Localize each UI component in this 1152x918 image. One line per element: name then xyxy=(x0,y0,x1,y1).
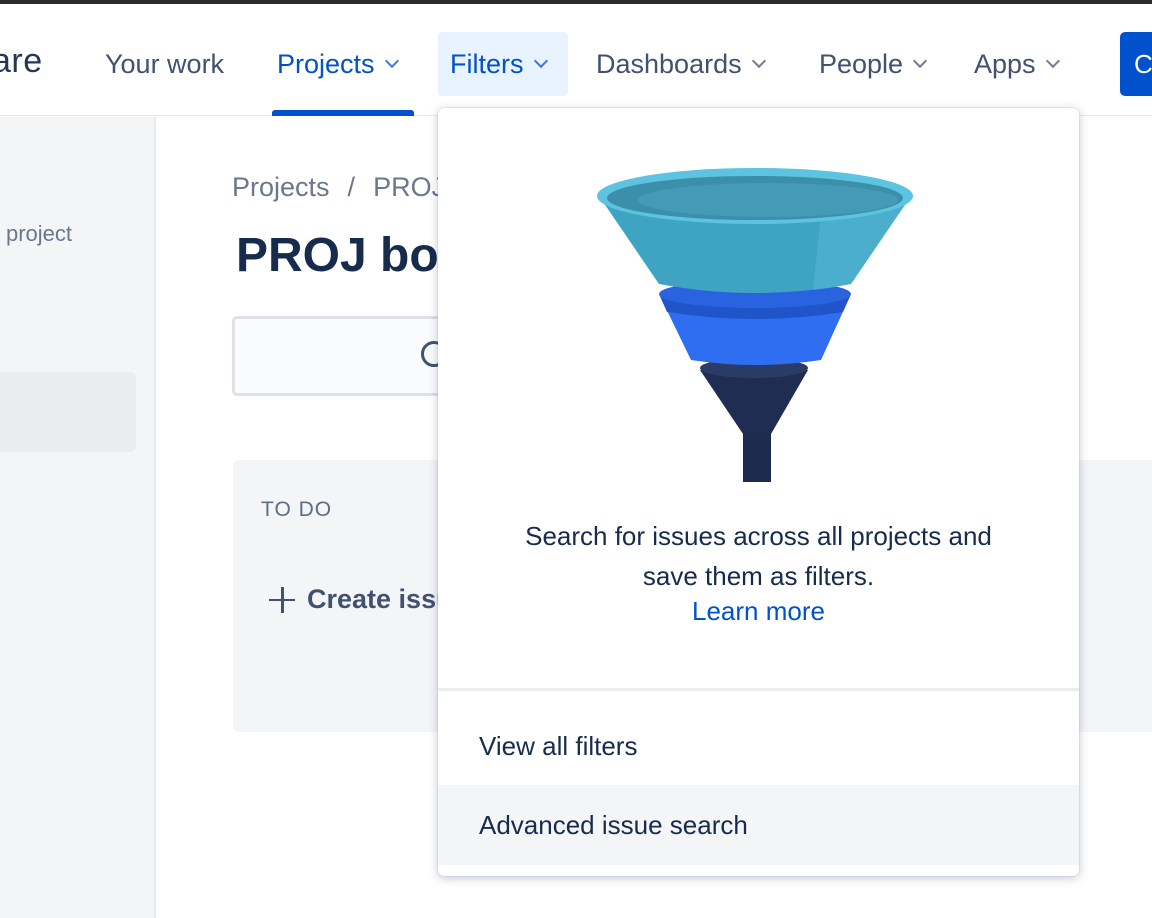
menu-item-label: View all filters xyxy=(479,730,638,761)
create-button-label: C xyxy=(1134,48,1152,79)
chevron-down-icon xyxy=(1045,53,1060,69)
nav-apps-label: Apps xyxy=(974,48,1036,79)
nav-people[interactable]: People xyxy=(807,32,937,96)
filters-dropdown-menu: Search for issues across all projects an… xyxy=(438,108,1079,876)
chevron-down-icon xyxy=(751,53,766,69)
sidebar-project-type: project xyxy=(6,221,73,246)
nav-dashboards-label: Dashboards xyxy=(596,48,742,79)
menu-item-view-all-filters[interactable]: View all filters xyxy=(438,706,1079,786)
create-button[interactable]: C xyxy=(1120,32,1152,96)
breadcrumb-projects[interactable]: Projects xyxy=(232,172,330,202)
funnel-illustration xyxy=(597,168,913,482)
menu-item-advanced-issue-search[interactable]: Advanced issue search xyxy=(438,785,1079,865)
dropdown-description-line2: save them as filters. xyxy=(642,561,875,591)
chevron-down-icon xyxy=(384,53,399,69)
sidebar-item-board[interactable] xyxy=(0,372,136,452)
breadcrumb-project[interactable]: PROJ xyxy=(373,172,445,202)
nav-projects[interactable]: Projects xyxy=(265,32,409,96)
chevron-down-icon xyxy=(913,53,928,69)
nav-projects-label: Projects xyxy=(277,48,375,79)
active-nav-indicator xyxy=(272,110,414,116)
menu-item-label: Advanced issue search xyxy=(479,809,748,840)
dropdown-divider xyxy=(438,688,1079,691)
nav-dashboards[interactable]: Dashboards xyxy=(584,32,776,96)
nav-your-work[interactable]: Your work xyxy=(93,32,236,96)
nav-apps[interactable]: Apps xyxy=(962,32,1070,96)
plus-icon xyxy=(269,586,295,613)
nav-people-label: People xyxy=(819,48,904,79)
nav-filters[interactable]: Filters xyxy=(438,32,568,96)
nav-your-work-label: Your work xyxy=(105,48,225,79)
dropdown-description-line1: Search for issues across all projects an… xyxy=(525,521,992,551)
column-title: TO DO xyxy=(261,498,333,521)
learn-more-link[interactable]: Learn more xyxy=(438,596,1079,627)
product-logo[interactable]: are xyxy=(0,42,43,81)
chevron-down-icon xyxy=(533,53,548,69)
top-navigation-bar: are Your work Projects Filters Dashboard… xyxy=(0,4,1152,116)
project-sidebar: project xyxy=(0,117,156,918)
dropdown-description: Search for issues across all projects an… xyxy=(438,516,1079,596)
nav-filters-label: Filters xyxy=(450,48,524,79)
breadcrumb: Projects / PROJ xyxy=(232,172,445,203)
breadcrumb-separator: / xyxy=(347,172,356,202)
